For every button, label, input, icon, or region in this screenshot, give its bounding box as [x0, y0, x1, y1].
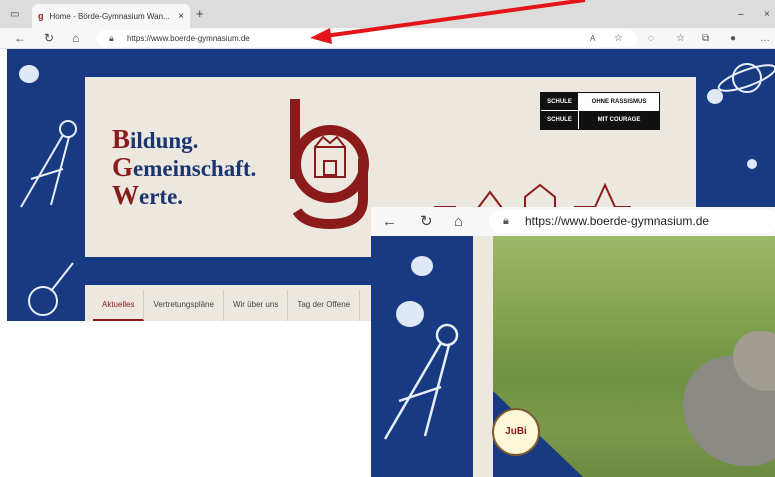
badge-row1-right: OHNE RASSISMUS: [579, 93, 659, 110]
read-aloud-icon[interactable]: A: [590, 30, 595, 47]
motto-line-2: emeinschaft.: [133, 156, 257, 181]
lock-icon: 🔒︎: [109, 33, 114, 43]
planet-drawing-icon: [717, 63, 775, 93]
lock-icon: 🔒︎: [503, 215, 509, 227]
screenshot-root: ▭ g Home - Börde-Gymnasium Wan... × + – …: [0, 0, 775, 477]
tab-title: Home - Börde-Gymnasium Wan...: [49, 11, 170, 21]
zoomed-address-bar[interactable]: 🔒︎ https://www.boerde-gymnasium.de: [489, 210, 775, 233]
motto-cap-b: B: [112, 124, 131, 154]
profile-avatar[interactable]: ●: [730, 30, 736, 47]
guitar-drawing-icon: [28, 262, 74, 316]
back-icon[interactable]: ←: [382, 212, 397, 231]
back-icon[interactable]: ←: [14, 30, 26, 47]
browser-toolbar: ← ↻ ⌂ 🔒︎ https://www.boerde-gymnasium.de…: [0, 28, 775, 49]
home-icon[interactable]: ⌂: [454, 212, 463, 231]
nav-item-tag-der-offenen-tuer[interactable]: Tag der Offene: [288, 290, 361, 321]
school-motto: Bildung. Gemeinschaft. Werte.: [112, 126, 256, 210]
minimize-button[interactable]: –: [738, 6, 744, 23]
refresh-icon[interactable]: ↻: [420, 212, 433, 231]
badge-row1-left: SCHULE: [541, 93, 579, 110]
content-margin: [473, 236, 493, 477]
paint-splat-decoration: [747, 159, 757, 169]
nav-item-aktuelles[interactable]: Aktuelles: [93, 290, 145, 321]
favorite-icon[interactable]: ☆: [614, 30, 623, 47]
jubi-badge[interactable]: JuBi: [492, 408, 540, 456]
tab-actions-icon[interactable]: ▭: [10, 6, 19, 23]
motto-cap-w: W: [112, 180, 139, 210]
motto-line-1: ildung.: [130, 128, 199, 153]
school-without-racism-badge[interactable]: SCHULE OHNE RASSISMUS SCHULE MIT COURAGE: [540, 92, 660, 130]
refresh-icon[interactable]: ↻: [44, 30, 54, 47]
browser-tab[interactable]: g Home - Börde-Gymnasium Wan... ×: [32, 4, 190, 28]
school-logo-icon[interactable]: [285, 99, 385, 229]
compass-drawing-icon: [20, 120, 77, 208]
compass-drawing-icon: [383, 323, 459, 440]
new-tab-button[interactable]: +: [196, 5, 204, 22]
nav-item-wir-ueber-uns[interactable]: Wir über uns: [224, 290, 289, 321]
extensions-icon[interactable]: ◌: [648, 30, 654, 47]
address-url: https://www.boerde-gymnasium.de: [127, 34, 250, 43]
close-window-button[interactable]: ×: [764, 6, 770, 23]
zoomed-website-viewport: JuBi: [371, 236, 775, 477]
badge-row2-left: SCHULE: [541, 111, 579, 129]
favorites-bar-icon[interactable]: ☆: [676, 30, 685, 47]
collections-icon[interactable]: ⧉: [702, 30, 709, 47]
zoomed-address-url: https://www.boerde-gymnasium.de: [525, 214, 710, 228]
nav-item-vertretungsplaene[interactable]: Vertretungspläne: [144, 290, 224, 321]
zoomed-browser-toolbar: ← ↻ ⌂ 🔒︎ https://www.boerde-gymnasium.de: [371, 207, 775, 236]
paint-splat-decoration: [19, 65, 39, 83]
badge-row2-right: MIT COURAGE: [579, 111, 659, 129]
address-bar[interactable]: 🔒︎ https://www.boerde-gymnasium.de: [97, 30, 637, 47]
paint-splat-decoration: [411, 256, 433, 276]
motto-cap-g: G: [112, 152, 134, 182]
site-favicon-icon: g: [38, 11, 44, 21]
home-icon[interactable]: ⌂: [72, 30, 79, 47]
tab-close-icon[interactable]: ×: [178, 11, 184, 22]
tab-bar: ▭ g Home - Börde-Gymnasium Wan... × + – …: [0, 0, 775, 28]
motto-line-3: erte.: [139, 184, 184, 209]
more-menu-icon[interactable]: …: [760, 30, 770, 47]
